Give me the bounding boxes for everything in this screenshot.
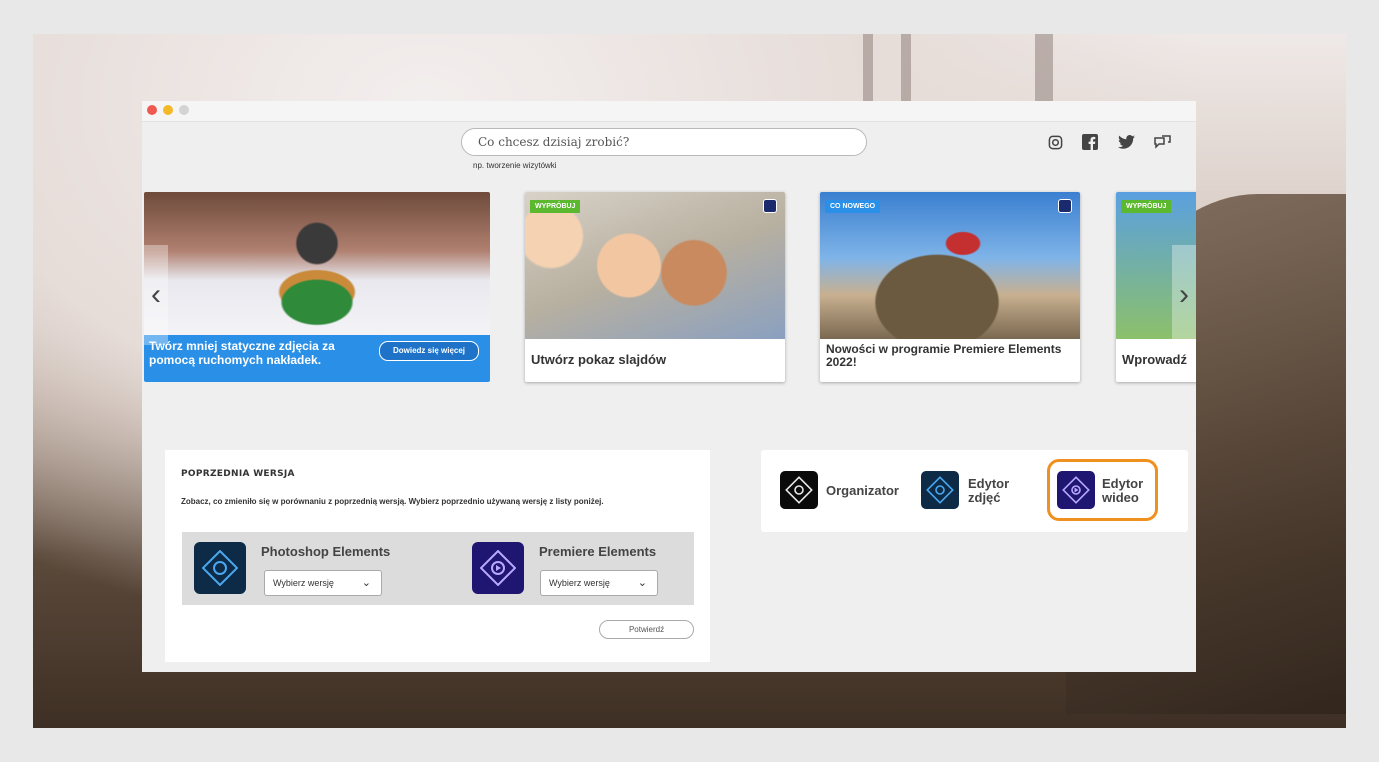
chevron-right-icon: › bbox=[1179, 278, 1189, 311]
try-badge: WYPRÓBUJ bbox=[530, 200, 581, 213]
product-row: Photoshop Elements Wybierz wersję ⌄ Prem… bbox=[182, 532, 694, 605]
previous-version-title: POPRZEDNIA WERSJA bbox=[181, 469, 295, 479]
whats-new-badge: CO NOWEGO bbox=[825, 200, 881, 213]
carousel-next-button[interactable]: › bbox=[1172, 245, 1196, 345]
premiere-elements-icon bbox=[472, 542, 524, 594]
facebook-icon[interactable] bbox=[1080, 132, 1100, 152]
card-caption: Twórz mniej statyczne zdjęcia za pomocą … bbox=[149, 339, 335, 367]
app-window: Co chcesz dzisiaj zrobić? np. tworzenie … bbox=[142, 101, 1196, 672]
previous-version-panel: POPRZEDNIA WERSJA Zobacz, co zmieniło si… bbox=[165, 450, 710, 662]
zoom-window-button[interactable] bbox=[179, 105, 189, 115]
card-caption: Wprowadź bbox=[1122, 352, 1187, 367]
carousel-card-whats-new[interactable]: CO NOWEGO Nowości w programie Premiere E… bbox=[820, 192, 1080, 382]
organizer-label[interactable]: Organizator bbox=[826, 484, 899, 498]
video-editor-icon[interactable] bbox=[1057, 471, 1095, 509]
snow-sled-image bbox=[144, 192, 490, 339]
app-launcher-panel: Organizator Edytor zdjęć Edytor wideo bbox=[761, 450, 1188, 532]
select-value: Wybierz wersję bbox=[273, 578, 334, 588]
select-value: Wybierz wersję bbox=[549, 578, 610, 588]
label-line: Edytor bbox=[968, 476, 1010, 491]
search-placeholder: Co chcesz dzisiaj zrobić? bbox=[478, 135, 630, 149]
card-caption: Nowości w programie Premiere Elements 20… bbox=[826, 342, 1062, 369]
minimize-window-button[interactable] bbox=[163, 105, 173, 115]
previous-version-description: Zobacz, co zmieniło się w porównaniu z p… bbox=[181, 497, 604, 506]
chevron-left-icon: ‹ bbox=[151, 278, 161, 311]
app-corner-icon bbox=[763, 199, 777, 213]
photo-editor-label[interactable]: Edytor zdjęć bbox=[968, 477, 1009, 505]
children-photo bbox=[525, 192, 785, 339]
card-caption: Utwórz pokaz slajdów bbox=[531, 352, 667, 367]
label-line: zdjęć bbox=[968, 490, 1001, 505]
label-line: wideo bbox=[1102, 490, 1139, 505]
search-hint: np. tworzenie wizytówki bbox=[473, 161, 557, 170]
photoshop-elements-icon bbox=[194, 542, 246, 594]
close-window-button[interactable] bbox=[147, 105, 157, 115]
bridge-tower-left bbox=[863, 34, 873, 104]
feedback-icon[interactable] bbox=[1152, 132, 1172, 152]
organizer-icon[interactable] bbox=[780, 471, 818, 509]
photo-editor-icon[interactable] bbox=[921, 471, 959, 509]
carousel-card-slideshow[interactable]: WYPRÓBUJ Utwórz pokaz slajdów bbox=[525, 192, 785, 382]
chevron-down-icon: ⌄ bbox=[361, 577, 371, 589]
twitter-icon[interactable] bbox=[1116, 132, 1136, 152]
confirm-button[interactable]: Potwierdź bbox=[599, 620, 694, 639]
instagram-icon[interactable] bbox=[1045, 132, 1065, 152]
learn-more-button[interactable]: Dowiedz się więcej bbox=[379, 341, 479, 361]
carousel-card-motion-overlay[interactable]: Twórz mniej statyczne zdjęcia za pomocą … bbox=[144, 192, 490, 382]
search-input[interactable]: Co chcesz dzisiaj zrobić? bbox=[461, 128, 867, 156]
app-corner-icon bbox=[1058, 199, 1072, 213]
bridge-tower-right bbox=[901, 34, 911, 104]
chevron-down-icon: ⌄ bbox=[637, 577, 647, 589]
product-name: Premiere Elements bbox=[539, 544, 657, 559]
product-name: Photoshop Elements bbox=[261, 544, 391, 559]
premiere-version-select[interactable]: Wybierz wersję ⌄ bbox=[540, 570, 658, 596]
label-line: Edytor bbox=[1102, 476, 1144, 491]
photoshop-version-select[interactable]: Wybierz wersję ⌄ bbox=[264, 570, 382, 596]
video-editor-label[interactable]: Edytor wideo bbox=[1102, 477, 1143, 505]
mountain-bike-photo bbox=[820, 192, 1080, 339]
carousel-prev-button[interactable]: ‹ bbox=[144, 245, 168, 345]
bridge-tower-far bbox=[1035, 34, 1053, 102]
title-bar bbox=[142, 101, 1196, 122]
card-banner: Twórz mniej statyczne zdjęcia za pomocą … bbox=[144, 335, 490, 382]
try-badge: WYPRÓBUJ bbox=[1121, 200, 1172, 213]
